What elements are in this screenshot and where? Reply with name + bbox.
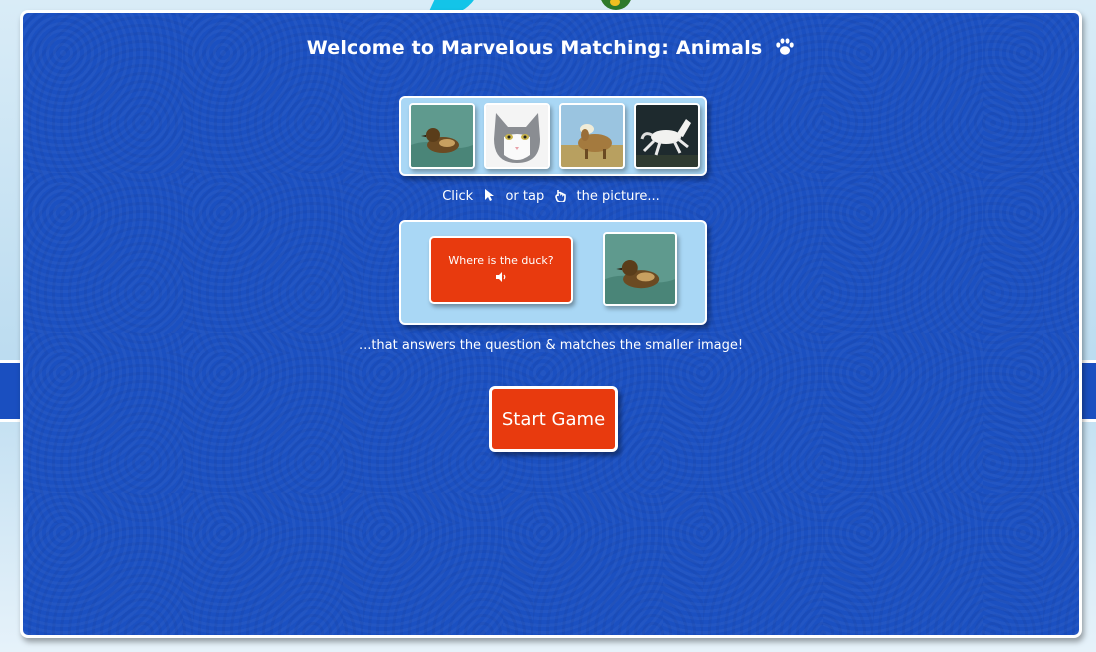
- mouse-pointer-icon: [485, 189, 495, 201]
- paw-icon: [776, 38, 794, 55]
- question-example-panel: Where is the duck?: [399, 220, 707, 325]
- question-card[interactable]: Where is the duck?: [429, 236, 573, 304]
- welcome-modal: Welcome to Marvelous Matching: Animals C…: [20, 10, 1082, 638]
- duck-tile: [409, 103, 475, 169]
- title-text: Welcome to Marvelous Matching: Animals: [306, 37, 763, 59]
- small-duck-image: [603, 232, 677, 306]
- question-text: Where is the duck?: [448, 254, 554, 267]
- background-duck-shape: [600, 0, 632, 10]
- instruction-line-1: Click or tap the picture...: [23, 189, 1079, 204]
- instruction-picture-text: the picture...: [576, 189, 660, 204]
- instruction-tap-text: or tap: [505, 189, 545, 204]
- cat-tile: [484, 103, 550, 169]
- hand-tap-icon: [555, 190, 567, 202]
- sheep-tile: [559, 103, 625, 169]
- instruction-line-2: ...that answers the question & matches t…: [358, 338, 744, 353]
- example-tiles-panel: [399, 96, 707, 176]
- page-title: Welcome to Marvelous Matching: Animals: [23, 37, 1079, 59]
- instruction-click-text: Click: [442, 189, 474, 204]
- horse-tile: [634, 103, 700, 169]
- speaker-icon[interactable]: [495, 271, 507, 283]
- start-game-button[interactable]: Start Game: [489, 386, 618, 452]
